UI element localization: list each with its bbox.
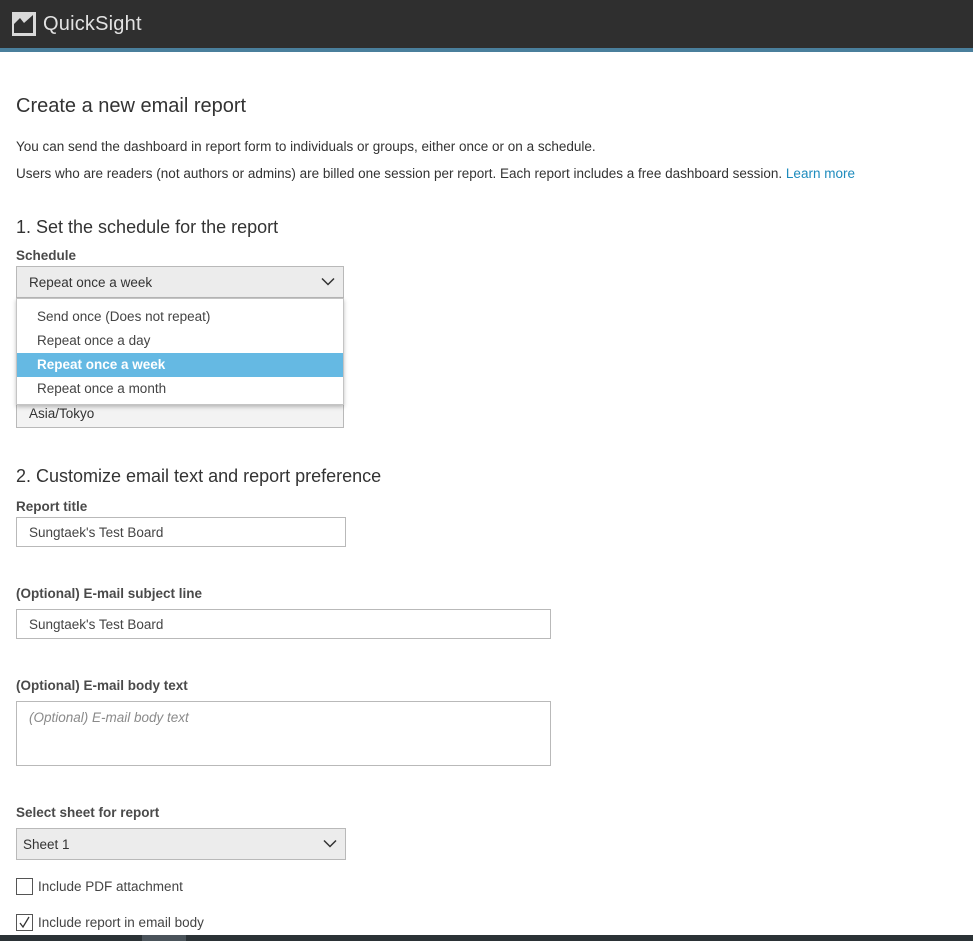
section-2-heading: 2. Customize email text and report prefe…	[16, 466, 382, 486]
chevron-down-icon	[321, 277, 335, 286]
include-pdf-label: Include PDF attachment	[38, 879, 183, 894]
topbar-accent-line	[0, 48, 973, 52]
email-body-textarea[interactable]: (Optional) E-mail body text	[16, 701, 551, 766]
checkmark-icon	[19, 916, 30, 929]
schedule-selected-value: Repeat once a week	[29, 274, 153, 290]
schedule-option-monthly[interactable]: Repeat once a month	[17, 377, 343, 401]
intro-text-1: You can send the dashboard in report for…	[16, 139, 596, 154]
include-pdf-row[interactable]: Include PDF attachment	[16, 878, 183, 895]
include-body-checkbox[interactable]	[16, 914, 33, 931]
quicksight-logo-icon	[12, 12, 36, 36]
schedule-label: Schedule	[16, 248, 77, 263]
email-subject-input[interactable]: Sungtaek's Test Board	[16, 609, 551, 639]
app-logo[interactable]: QuickSight	[12, 12, 142, 36]
schedule-dropdown-menu: Send once (Does not repeat) Repeat once …	[16, 298, 344, 405]
schedule-option-daily[interactable]: Repeat once a day	[17, 329, 343, 353]
include-body-label: Include report in email body	[38, 915, 204, 930]
include-pdf-checkbox[interactable]	[16, 878, 33, 895]
report-title-value: Sungtaek's Test Board	[29, 524, 164, 540]
page-title: Create a new email report	[16, 95, 247, 117]
chevron-down-icon	[323, 839, 337, 848]
email-subject-label: (Optional) E-mail subject line	[16, 586, 203, 601]
section-1-heading: 1. Set the schedule for the report	[16, 217, 279, 237]
include-body-row[interactable]: Include report in email body	[16, 914, 204, 931]
timezone-value: Asia/Tokyo	[29, 405, 95, 421]
learn-more-link[interactable]: Learn more	[786, 166, 855, 181]
sheet-selected-value: Sheet 1	[23, 836, 70, 852]
email-subject-value: Sungtaek's Test Board	[29, 616, 164, 632]
sheet-select-label: Select sheet for report	[16, 805, 160, 820]
report-title-label: Report title	[16, 499, 88, 514]
horizontal-scrollbar[interactable]	[0, 935, 973, 941]
sheet-select[interactable]: Sheet 1	[16, 828, 346, 860]
app-name: QuickSight	[43, 12, 142, 35]
scrollbar-thumb[interactable]	[142, 935, 186, 941]
report-title-input[interactable]: Sungtaek's Test Board	[16, 517, 346, 547]
schedule-option-weekly[interactable]: Repeat once a week	[17, 353, 343, 377]
intro-text-2: Users who are readers (not authors or ad…	[16, 166, 855, 181]
schedule-select[interactable]: Repeat once a week	[16, 266, 344, 298]
intro-text-2-body: Users who are readers (not authors or ad…	[16, 166, 783, 181]
email-body-label: (Optional) E-mail body text	[16, 678, 188, 693]
schedule-option-send-once[interactable]: Send once (Does not repeat)	[17, 305, 343, 329]
email-body-placeholder: (Optional) E-mail body text	[29, 710, 189, 725]
top-navigation-bar: QuickSight	[0, 0, 973, 48]
